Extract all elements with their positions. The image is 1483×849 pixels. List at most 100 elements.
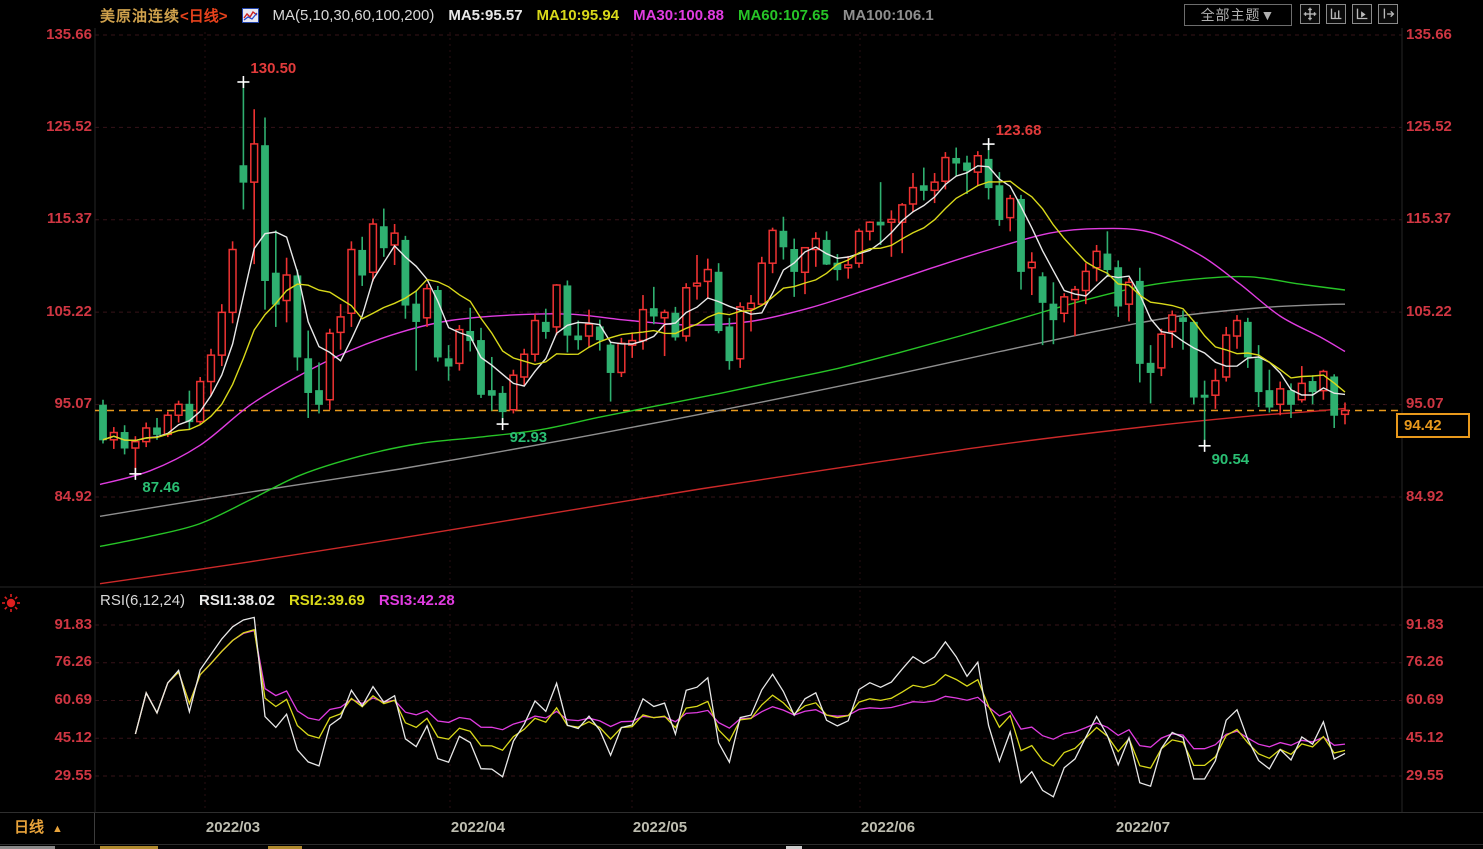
candle-body: [1049, 303, 1058, 321]
rsi-legend-item: RSI3:42.28: [378, 592, 455, 609]
candle-body: [304, 358, 313, 393]
rsi-legend-item: RSI2:39.69: [288, 592, 365, 609]
candle-body: [250, 143, 259, 183]
x-axis-date-label: 2022/03: [205, 819, 261, 836]
instrument-title: 美原油连续<日线>: [100, 5, 228, 26]
candle-body: [638, 308, 648, 342]
last-price-box: 94.42: [1396, 412, 1470, 438]
candle-body: [1340, 409, 1350, 416]
extreme-price-label: 130.50: [250, 59, 297, 77]
candle-body: [1146, 362, 1155, 373]
candle-body: [1038, 276, 1047, 303]
candle-body: [422, 287, 432, 319]
theme-dropdown[interactable]: 全部主题▼: [1184, 4, 1292, 26]
y-axis-label: 105.22: [1406, 302, 1452, 320]
y-axis-label: 125.52: [46, 117, 92, 135]
pane-compress-icon[interactable]: [1326, 4, 1346, 24]
y-axis-label: 84.92: [1406, 487, 1444, 505]
candle-body: [1168, 314, 1177, 333]
candle-body: [649, 308, 658, 317]
candle-body: [444, 358, 453, 367]
period-tab-daily[interactable]: 日线 ▲: [0, 813, 95, 844]
rsi-line-6: [134, 616, 1346, 798]
rsi-axis-label: 76.26: [54, 653, 92, 671]
ma-params-label: MA(5,10,30,60,100,200): [272, 6, 435, 24]
rsi-legend-item: RSI1:38.02: [199, 592, 275, 609]
candle-body: [1092, 250, 1101, 269]
candle-body: [606, 344, 615, 373]
rsi-axis-label: 60.69: [54, 691, 92, 708]
candle-body: [757, 262, 766, 305]
candle-body: [919, 185, 928, 191]
chart-header: 美原油连续<日线> MA(5,10,30,60,100,200) MA5:95.…: [100, 4, 934, 26]
rsi-params-label: RSI(6,12,24): [100, 592, 186, 609]
candle-body: [736, 306, 745, 360]
period-tab-label: 日线: [14, 819, 45, 836]
ma-legend-item: MA10:95.94: [536, 6, 620, 24]
ma-legend-item: MA60:107.65: [737, 6, 829, 24]
candle-body: [174, 403, 183, 416]
candle-body: [1254, 358, 1263, 393]
y-axis-label: 135.66: [46, 25, 92, 43]
candle-body: [703, 268, 712, 283]
rsi-legend: RSI1:38.02 RSI2:39.69 RSI3:42.28: [199, 592, 455, 609]
candle-body: [217, 311, 226, 356]
last-price-value: 94.42: [1404, 416, 1442, 434]
candle-body: [1287, 390, 1295, 405]
candle-body: [530, 319, 540, 355]
extreme-markers-layer: [129, 75, 1211, 480]
rsi-line-24: [134, 629, 1346, 750]
triangle-up-icon: ▲: [52, 823, 63, 835]
x-axis-date-label: 2022/04: [450, 819, 506, 836]
candle-body: [1189, 321, 1198, 398]
candle-body: [952, 157, 961, 164]
candle-body: [206, 354, 216, 383]
rsi-line-12: [134, 628, 1346, 769]
candle-body: [455, 328, 464, 365]
x-axis-date-label: 2022/07: [1115, 819, 1171, 836]
candle-body: [876, 221, 885, 226]
y-axis-label: 84.92: [54, 487, 92, 505]
pane-shift-icon[interactable]: [1378, 4, 1398, 24]
candle-body: [660, 311, 669, 319]
candle-body: [963, 162, 971, 171]
candle-body: [768, 229, 777, 264]
candle-body: [1308, 381, 1317, 393]
candle-body: [401, 239, 410, 306]
pane-play-icon[interactable]: [1352, 4, 1372, 24]
candle-body: [1243, 321, 1252, 358]
candle-body: [898, 204, 907, 223]
alarm-dot-icon: [1, 592, 23, 614]
y-axis-label: 115.37: [1406, 210, 1452, 228]
candle-body: [1157, 333, 1166, 369]
kline-chart-icon: [241, 7, 259, 23]
x-axis-date-label: 2022/06: [860, 819, 916, 836]
candle-body: [725, 326, 734, 362]
rsi-axis-label: 29.55: [54, 766, 92, 784]
candle-body: [973, 154, 982, 173]
candle-body: [1222, 334, 1231, 378]
rsi-lines-layer: [134, 616, 1346, 798]
candle-body: [131, 440, 140, 449]
candle-body: [142, 427, 151, 443]
price-chart-canvas[interactable]: [0, 0, 1483, 849]
candle-body: [1276, 388, 1285, 406]
candle-body: [1114, 267, 1123, 307]
candle-body: [930, 181, 939, 192]
y-axis-label: 95.07: [1406, 395, 1444, 413]
candle-body: [412, 303, 421, 322]
candle-body: [228, 248, 237, 314]
candle-body: [261, 145, 269, 281]
candle-body: [271, 272, 280, 305]
crosshair-move-icon[interactable]: [1300, 4, 1320, 24]
extreme-price-label: 123.68: [995, 122, 1042, 140]
y-axis-label: 95.07: [54, 395, 92, 413]
candle-body: [854, 230, 864, 264]
candle-body: [1006, 197, 1015, 219]
candle-body: [1232, 319, 1242, 337]
candle-body: [1297, 382, 1306, 401]
candle-body: [746, 302, 756, 310]
y-axis-label: 125.52: [1406, 117, 1452, 135]
candle-body: [358, 249, 367, 276]
rsi-axis-label: 45.12: [54, 728, 92, 746]
